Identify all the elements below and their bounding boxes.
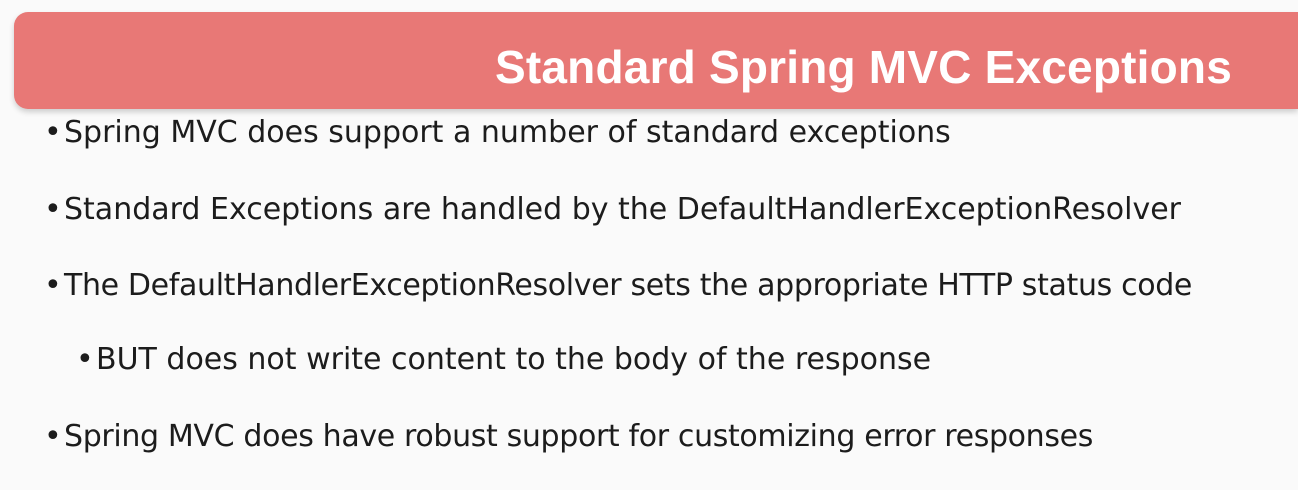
bullet-text: The DefaultHandlerExceptionResolver sets… — [64, 268, 1193, 303]
bullet-dot: • — [44, 419, 62, 454]
bullet-item: •The DefaultHandlerExceptionResolver set… — [44, 271, 1192, 301]
bullet-text: Standard Exceptions are handled by the D… — [64, 192, 1182, 227]
bullet-text: Spring MVC does have robust support for … — [64, 419, 1094, 454]
bullet-dot: • — [44, 115, 62, 150]
bullet-item: •Spring MVC does support a number of sta… — [44, 118, 951, 148]
bullet-item: •Spring MVC does have robust support for… — [44, 422, 1093, 452]
slide: Standard Spring MVC Exceptions •Spring M… — [0, 0, 1298, 490]
bullet-dot: • — [76, 342, 94, 377]
sub-bullet-item: •BUT does not write content to the body … — [76, 345, 931, 375]
bullet-list: •Spring MVC does support a number of sta… — [0, 0, 1298, 490]
bullet-dot: • — [44, 268, 62, 303]
bullet-text: BUT does not write content to the body o… — [96, 342, 932, 377]
bullet-item: •Standard Exceptions are handled by the … — [44, 195, 1181, 225]
bullet-dot: • — [44, 192, 62, 227]
bullet-text: Spring MVC does support a number of stan… — [64, 115, 951, 150]
